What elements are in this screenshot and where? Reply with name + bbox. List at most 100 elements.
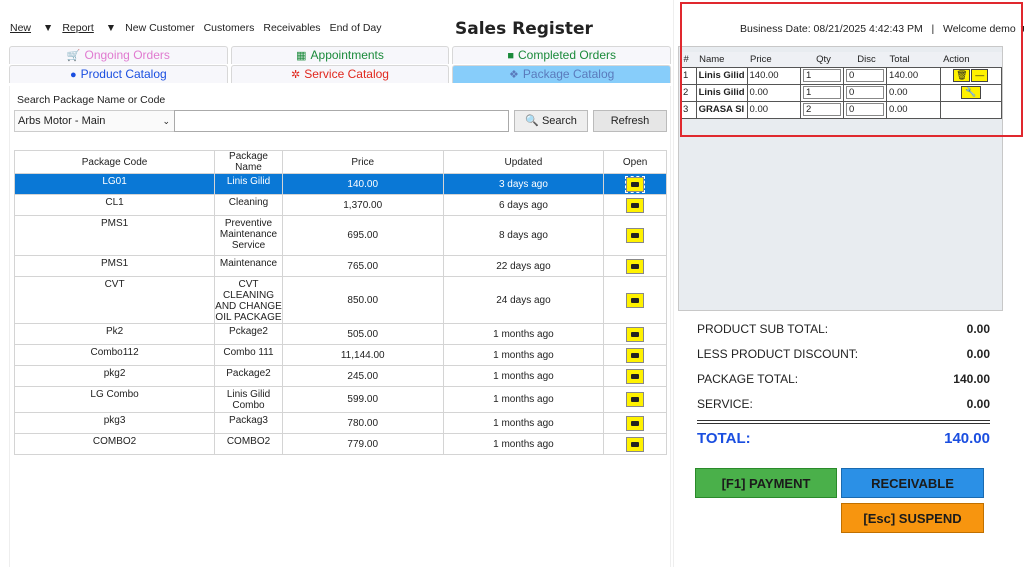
cell-name: Linis Gilid	[214, 173, 283, 195]
cell-updated: 1 months ago	[442, 412, 605, 434]
branch-value: Arbs Motor - Main	[18, 115, 106, 127]
cell-price: 1,370.00	[281, 194, 444, 216]
cell-code: LG01	[13, 173, 216, 195]
table-row[interactable]: pkg2 Package2 245.00 1 months ago	[13, 365, 667, 387]
tab-label: Completed Orders	[517, 48, 617, 62]
tab-package-catalog[interactable]: ❖ Package Catalog	[452, 65, 672, 83]
cell-open	[603, 386, 667, 413]
refresh-button[interactable]: Refresh	[593, 110, 667, 132]
cell-price: 245.00	[281, 365, 444, 387]
suspend-button[interactable]: [Esc] SUSPEND	[841, 503, 984, 533]
dropbox-icon: ❖	[509, 69, 519, 81]
folder-open-icon[interactable]	[626, 415, 645, 431]
receivable-button[interactable]: RECEIVABLE	[841, 468, 984, 498]
cell-code: Pk2	[13, 323, 216, 345]
col-package-code[interactable]: Package Code	[13, 150, 216, 174]
search-button[interactable]: 🔍 Search	[514, 110, 588, 132]
col-package-name[interactable]: Package Name	[214, 150, 283, 174]
table-row[interactable]: PMS1 Preventive Maintenance Service 695.00…	[13, 215, 667, 256]
gears-icon: ✲	[291, 69, 301, 81]
table-row[interactable]: COMBO2 COMBO2 779.00 1 months ago	[13, 433, 667, 455]
cell-price: 599.00	[281, 386, 444, 413]
menu-new-customer[interactable]: New Customer	[125, 22, 194, 34]
tab-completed-orders[interactable]: ■ Completed Orders	[452, 46, 672, 64]
cell-name: Package2	[214, 365, 283, 387]
tab-ongoing-orders[interactable]: 🛒 Ongoing Orders	[9, 46, 228, 64]
folder-open-icon[interactable]	[625, 175, 646, 193]
table-row[interactable]: pkg3 Packag3 780.00 1 months ago	[13, 412, 667, 434]
tab-label: Service Catalog	[304, 67, 389, 81]
cell-name: Combo 111	[214, 344, 283, 366]
cell-name: CVT CLEANING AND CHANGE OIL PACKAGE	[214, 276, 283, 324]
cell-code: pkg2	[13, 365, 216, 387]
folder-open-icon[interactable]	[626, 326, 645, 342]
table-row[interactable]: LG Combo Linis Gilid Combo 599.00 1 months …	[13, 386, 667, 413]
cell-open	[603, 276, 667, 324]
cell-open	[603, 173, 667, 195]
cell-code: PMS1	[13, 215, 216, 256]
tab-label: Appointments	[310, 48, 384, 62]
tab-label: Package Catalog	[522, 67, 615, 81]
product-discount-label: LESS PRODUCT DISCOUNT:	[697, 346, 859, 361]
folder-open-icon[interactable]	[626, 258, 645, 274]
cell-open	[603, 412, 667, 434]
cell-price: 11,144.00	[281, 344, 444, 366]
cell-updated: 1 months ago	[442, 433, 605, 455]
package-catalog-panel: Search Package Name or Code Arbs Motor -…	[9, 86, 671, 567]
chevron-down-icon: ⌄	[162, 116, 170, 126]
cell-updated: 1 months ago	[442, 344, 605, 366]
cell-price: 850.00	[281, 276, 444, 324]
cell-code: CL1	[13, 194, 216, 216]
cell-updated: 1 months ago	[442, 386, 605, 413]
table-row[interactable]: PMS1 Maintenance 765.00 22 days ago	[13, 255, 667, 277]
table-row[interactable]: Pk2 Pckage2 505.00 1 months ago	[13, 323, 667, 345]
folder-open-icon[interactable]	[626, 392, 645, 407]
menu-customers[interactable]: Customers	[204, 22, 255, 34]
menu-report-label: Report	[62, 22, 94, 34]
cell-code: pkg3	[13, 412, 216, 434]
calendar-icon: ▦	[296, 50, 307, 62]
col-updated[interactable]: Updated	[442, 150, 605, 174]
tab-service-catalog[interactable]: ✲ Service Catalog	[230, 65, 450, 83]
menu-end-of-day[interactable]: End of Day	[330, 22, 382, 34]
folder-open-icon[interactable]	[626, 347, 645, 363]
branch-select[interactable]: Arbs Motor - Main ⌄	[14, 110, 179, 132]
col-open[interactable]: Open	[603, 150, 667, 174]
folder-open-icon[interactable]	[626, 292, 645, 308]
folder-open-icon[interactable]	[626, 436, 645, 452]
cell-code: CVT	[13, 276, 216, 324]
table-row[interactable]: LG01 Linis Gilid 140.00 3 days ago	[13, 173, 667, 195]
payment-button[interactable]: [F1] PAYMENT	[695, 468, 837, 498]
menu-new-label: New	[10, 22, 32, 34]
search-input[interactable]	[174, 110, 509, 132]
package-total-label: PACKAGE TOTAL:	[697, 371, 799, 386]
cell-name: Cleaning	[214, 194, 283, 216]
folder-open-icon[interactable]	[626, 197, 645, 213]
folder-open-icon[interactable]	[626, 228, 645, 243]
grand-total-value: 140.00	[944, 430, 990, 447]
cell-open	[603, 215, 667, 256]
table-row[interactable]: CL1 Cleaning 1,370.00 6 days ago	[13, 194, 667, 216]
product-discount-value: 0.00	[966, 346, 990, 361]
tab-appointments[interactable]: ▦ Appointments	[230, 46, 450, 64]
cell-price: 779.00	[281, 433, 444, 455]
menu-report[interactable]: Report ▼	[62, 22, 116, 34]
col-price[interactable]: Price	[281, 150, 444, 174]
menu-new[interactable]: New ▼	[10, 22, 53, 34]
search-icon: 🔍	[525, 115, 539, 127]
highlight-box	[680, 2, 1023, 137]
tab-product-catalog[interactable]: ● Product Catalog	[9, 65, 228, 83]
cell-open	[603, 323, 667, 345]
table-row[interactable]: Combo112 Combo 111 11,144.00 1 months ago	[13, 344, 667, 366]
cell-price: 765.00	[281, 255, 444, 277]
table-row[interactable]: CVT CVT CLEANING AND CHANGE OIL PACKAGE 85…	[13, 276, 667, 324]
cell-updated: 6 days ago	[442, 194, 605, 216]
cell-name: Preventive Maintenance Service	[214, 215, 283, 256]
cell-updated: 1 months ago	[442, 323, 605, 345]
menu-receivables[interactable]: Receivables	[263, 22, 320, 34]
folder-open-icon[interactable]	[626, 368, 645, 384]
package-grid: Package Code Package Name Price Updated …	[13, 150, 667, 455]
cart-icon: 🛒	[66, 50, 81, 62]
cell-updated: 8 days ago	[442, 215, 605, 256]
archive-icon: ■	[507, 50, 514, 62]
